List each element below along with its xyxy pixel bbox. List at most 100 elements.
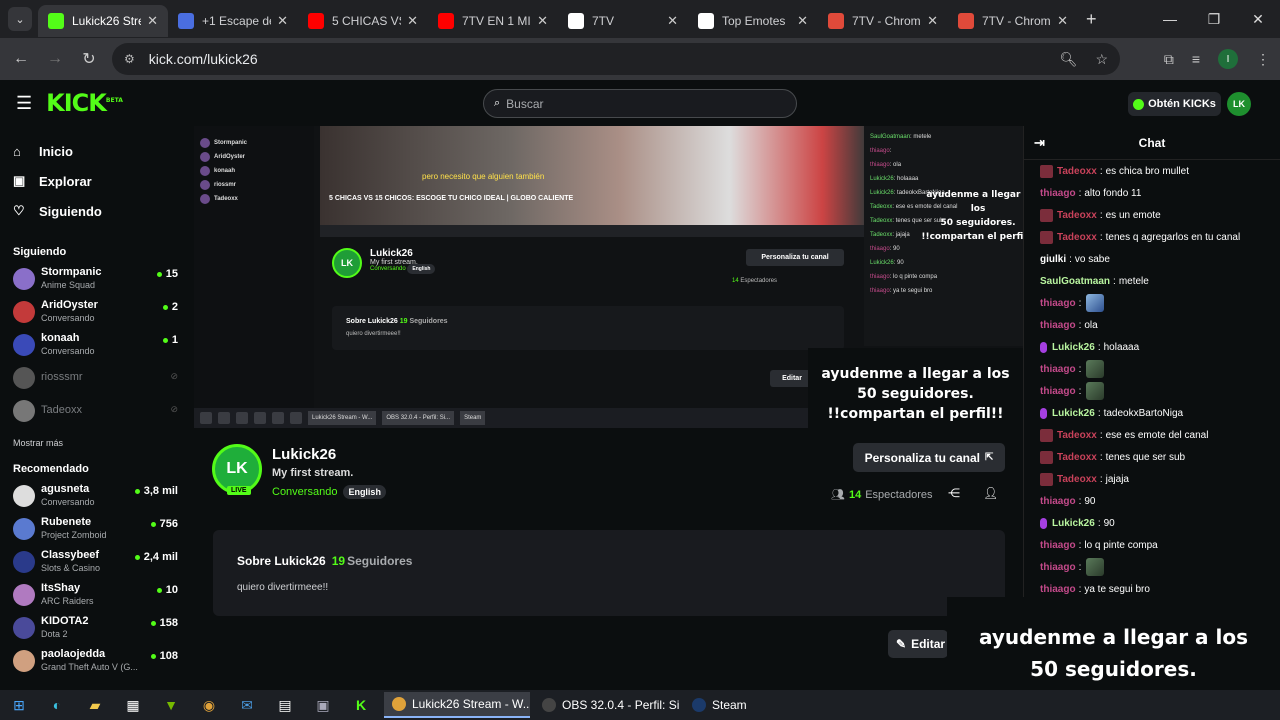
store-icon[interactable]: ▦ xyxy=(114,690,152,720)
restore-button[interactable]: ❐ xyxy=(1192,0,1236,38)
sidebar-nav-inicio[interactable]: ⌂ Inicio xyxy=(13,136,192,166)
category-link[interactable]: Conversando xyxy=(272,486,337,498)
search-input[interactable]: ⌕ Buscar xyxy=(483,89,797,118)
forward-icon[interactable]: → xyxy=(38,50,72,68)
collapse-chat-icon[interactable]: ⇥ xyxy=(1034,135,1045,151)
chat-username[interactable]: Tadeoxx xyxy=(1057,430,1097,441)
chat-username[interactable]: Tadeoxx xyxy=(1057,474,1097,485)
minimize-button[interactable]: — xyxy=(1148,0,1192,38)
close-window-button[interactable]: ✕ xyxy=(1236,0,1280,38)
close-tab-icon[interactable]: ✕ xyxy=(797,13,808,29)
show-more-link[interactable]: Mostrar más xyxy=(13,431,192,455)
tab-title: Lukick26 Stream xyxy=(72,14,141,28)
chat-username[interactable]: Lukick26 xyxy=(1052,408,1095,419)
personalize-channel-button[interactable]: Personaliza tu canal ⇱ xyxy=(853,443,1005,472)
profile-avatar[interactable]: I xyxy=(1218,49,1238,69)
user-avatar[interactable]: LK xyxy=(1227,92,1251,116)
chat-text: tenes q agregarlos en tu canal xyxy=(1105,231,1241,243)
nvidia-icon[interactable]: ▼ xyxy=(152,690,190,720)
browser-tab[interactable]: 5 CHICAS VS ✕ xyxy=(298,5,428,37)
browser-tab[interactable]: 7TV ✕ xyxy=(558,5,688,37)
kick-logo[interactable]: KICKBETA xyxy=(46,89,123,117)
back-icon[interactable]: ← xyxy=(4,50,38,68)
chat-username[interactable]: thiaago xyxy=(1040,188,1076,199)
media-control-icon[interactable]: ≡ xyxy=(1192,51,1200,67)
sidebar-channel[interactable]: KIDOTA2 Dota 2 158 xyxy=(13,611,192,644)
app-icon[interactable]: ▣ xyxy=(304,690,342,720)
close-tab-icon[interactable]: ✕ xyxy=(1057,13,1068,29)
reload-icon[interactable]: ↻ xyxy=(72,49,106,69)
hamburger-menu-icon[interactable]: ☰ xyxy=(16,93,32,114)
kick-app-icon[interactable]: K xyxy=(342,690,380,720)
sidebar-nav-siguiendo[interactable]: ♡ Siguiendo xyxy=(13,196,192,226)
browser-tab[interactable]: 7TV EN 1 MI ✕ xyxy=(428,5,558,37)
chat-username[interactable]: Tadeoxx xyxy=(1057,210,1097,221)
broadcaster-badge-icon xyxy=(1040,407,1047,419)
sidebar-channel[interactable]: konaah Conversando 1 xyxy=(13,328,192,361)
chat-username[interactable]: thiaago xyxy=(1040,540,1076,551)
sidebar-channel[interactable]: Classybeef Slots & Casino 2,4 mil xyxy=(13,545,192,578)
menu-icon[interactable]: ⋮ xyxy=(1256,51,1270,68)
captured-chat-user: thiaago xyxy=(870,148,890,154)
browser-tab[interactable]: +1 Escape de ✕ xyxy=(168,5,298,37)
browser-tab[interactable]: 7TV - Chrom ✕ xyxy=(948,5,1078,37)
chat-username[interactable]: thiaago xyxy=(1040,584,1076,595)
chat-username[interactable]: Tadeoxx xyxy=(1057,452,1097,463)
close-tab-icon[interactable]: ✕ xyxy=(407,13,418,29)
taskbar-window[interactable]: OBS 32.0.4 - Perfil: Si... xyxy=(534,692,680,718)
channel-avatar[interactable]: LK LIVE xyxy=(212,444,262,495)
sidebar-channel[interactable]: riosssmr ⊘ xyxy=(13,361,192,394)
edit-button[interactable]: ✎ Editar xyxy=(888,630,948,658)
close-tab-icon[interactable]: ✕ xyxy=(667,13,678,29)
chat-username[interactable]: thiaago xyxy=(1040,298,1076,309)
mail-icon[interactable]: ✉ xyxy=(228,690,266,720)
chat-username[interactable]: SaulGoatmaan xyxy=(1040,276,1110,287)
address-bar[interactable]: ⚙ kick.com/lukick26 🔍︎ ☆ xyxy=(112,43,1120,75)
chat-username[interactable]: Tadeoxx xyxy=(1057,232,1097,243)
taskbar-window[interactable]: Lukick26 Stream - W... xyxy=(384,692,530,718)
browser-tab[interactable]: Lukick26 Stream ✕ xyxy=(38,5,168,37)
edge-icon[interactable]: ◐ xyxy=(38,690,76,720)
zoom-icon[interactable]: 🔍︎ xyxy=(1060,51,1078,68)
get-kicks-button[interactable]: Obtén KICKs xyxy=(1128,92,1221,116)
chat-username[interactable]: thiaago xyxy=(1040,386,1076,397)
close-tab-icon[interactable]: ✕ xyxy=(927,13,938,29)
windows-start-icon[interactable]: ⊞ xyxy=(0,690,38,720)
notepad-icon[interactable]: ▤ xyxy=(266,690,304,720)
sidebar-channel[interactable]: Stormpanic Anime Squad 15 xyxy=(13,262,192,295)
captured-desc: quiero divertirmeee!! xyxy=(346,331,401,337)
file-explorer-icon[interactable]: ▰ xyxy=(76,690,114,720)
follow-user-icon[interactable]: 👤︎ xyxy=(983,486,998,500)
sidebar-channel[interactable]: agusneta Conversando 3,8 mil xyxy=(13,479,192,512)
chat-username[interactable]: Lukick26 xyxy=(1052,518,1095,529)
chat-username[interactable]: Tadeoxx xyxy=(1057,166,1097,177)
close-tab-icon[interactable]: ✕ xyxy=(147,13,158,29)
close-tab-icon[interactable]: ✕ xyxy=(537,13,548,29)
share-icon[interactable]: ⋲ xyxy=(948,486,960,500)
chat-username[interactable]: Lukick26 xyxy=(1052,342,1095,353)
chrome-icon xyxy=(392,697,406,711)
chat-username[interactable]: thiaago xyxy=(1040,496,1076,507)
sidebar-nav-explorar[interactable]: ▣ Explorar xyxy=(13,166,192,196)
chrome-icon[interactable]: ◉ xyxy=(190,690,228,720)
bookmark-star-icon[interactable]: ☆ xyxy=(1095,51,1108,68)
sidebar-channel[interactable]: Tadeoxx ⊘ xyxy=(13,394,192,427)
extensions-icon[interactable]: ⧉ xyxy=(1164,51,1174,68)
chat-username[interactable]: thiaago xyxy=(1040,364,1076,375)
chat-username[interactable]: thiaago xyxy=(1040,562,1076,573)
sidebar-channel[interactable]: ItsShay ARC Raiders 10 xyxy=(13,578,192,611)
browser-tab[interactable]: Top Emotes ✕ xyxy=(688,5,818,37)
sidebar-channel[interactable]: AridOyster Conversando 2 xyxy=(13,295,192,328)
close-tab-icon[interactable]: ✕ xyxy=(277,13,288,29)
channel-name[interactable]: Lukick26 xyxy=(272,446,386,463)
sidebar-channel[interactable]: Rubenete Project Zomboid 756 xyxy=(13,512,192,545)
chat-username[interactable]: giulki xyxy=(1040,254,1066,265)
language-tag[interactable]: English xyxy=(343,485,386,499)
taskbar-window[interactable]: Steam xyxy=(684,692,834,718)
new-tab-button[interactable]: + xyxy=(1086,9,1097,30)
sidebar-channel[interactable]: paolaojedda Grand Theft Auto V (G... 108 xyxy=(13,644,192,677)
chat-username[interactable]: thiaago xyxy=(1040,320,1076,331)
browser-tab[interactable]: 7TV - Chrom ✕ xyxy=(818,5,948,37)
site-info-icon[interactable]: ⚙ xyxy=(124,52,135,66)
tab-search-button[interactable]: ⌄ xyxy=(8,7,32,31)
